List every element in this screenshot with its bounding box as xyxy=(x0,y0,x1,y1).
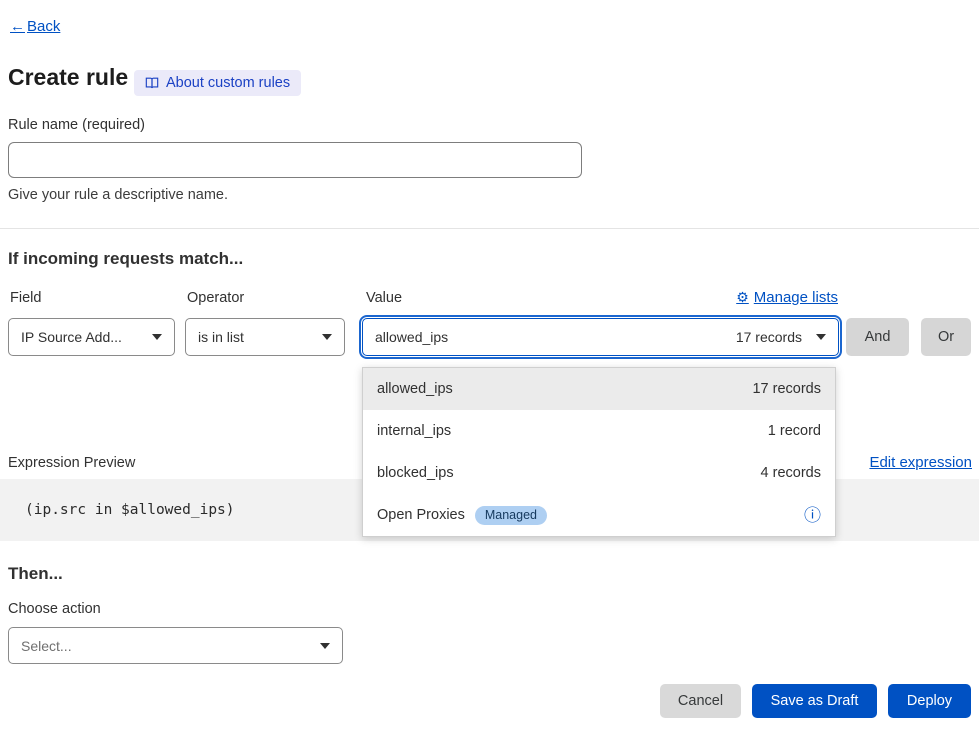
chevron-down-icon xyxy=(320,643,330,649)
expression-code: (ip.src in $allowed_ips) xyxy=(25,502,235,518)
rule-name-label: Rule name (required) xyxy=(8,117,145,133)
list-item-meta: 17 records xyxy=(752,381,821,397)
info-icon[interactable]: ⓘ xyxy=(804,507,821,524)
back-link[interactable]: ←Back xyxy=(10,18,60,35)
chevron-down-icon xyxy=(816,334,826,340)
cancel-button[interactable]: Cancel xyxy=(660,684,741,718)
match-heading: If incoming requests match... xyxy=(8,249,243,269)
value-select-value: allowed_ips xyxy=(375,329,448,345)
chevron-down-icon xyxy=(152,334,162,340)
deploy-button[interactable]: Deploy xyxy=(888,684,971,718)
save-draft-button[interactable]: Save as Draft xyxy=(752,684,877,718)
action-select-placeholder: Select... xyxy=(21,638,72,654)
back-label: Back xyxy=(27,18,60,35)
field-select-value: IP Source Add... xyxy=(21,329,122,345)
chevron-down-icon xyxy=(322,334,332,340)
value-select[interactable]: allowed_ips 17 records xyxy=(362,318,839,356)
chip-label: About custom rules xyxy=(166,75,290,91)
then-heading: Then... xyxy=(8,564,63,584)
or-button[interactable]: Or xyxy=(921,318,971,356)
gear-icon: ⚙ xyxy=(736,289,749,306)
create-rule-page: ←Back Create rule About custom rules Rul… xyxy=(0,0,979,739)
field-select[interactable]: IP Source Add... xyxy=(8,318,175,356)
operator-label: Operator xyxy=(187,290,244,306)
value-label: Value xyxy=(366,290,402,306)
list-item-meta: 1 record xyxy=(768,423,821,439)
list-item-name: Open Proxies xyxy=(377,507,465,523)
rule-name-help: Give your rule a descriptive name. xyxy=(8,187,228,203)
operator-select-value: is in list xyxy=(198,329,244,345)
rule-name-input[interactable] xyxy=(8,142,582,178)
list-item-name: internal_ips xyxy=(377,423,451,439)
page-title: Create rule xyxy=(8,64,128,91)
list-item-allowed-ips[interactable]: allowed_ips 17 records xyxy=(363,368,835,410)
list-item-open-proxies[interactable]: Open Proxies Managed ⓘ xyxy=(363,494,835,536)
and-button[interactable]: And xyxy=(846,318,909,356)
list-item-name: allowed_ips xyxy=(377,381,453,397)
lists-dropdown: allowed_ips 17 records internal_ips 1 re… xyxy=(362,367,836,537)
book-icon xyxy=(145,76,159,90)
list-item-meta: 4 records xyxy=(761,465,821,481)
value-select-meta: 17 records xyxy=(736,329,806,345)
manage-lists-link[interactable]: ⚙ Manage lists xyxy=(736,289,838,306)
managed-badge: Managed xyxy=(475,506,547,525)
list-item-internal-ips[interactable]: internal_ips 1 record xyxy=(363,410,835,452)
field-label: Field xyxy=(10,290,41,306)
expression-preview-label: Expression Preview xyxy=(8,455,135,471)
back-arrow-icon: ← xyxy=(10,18,25,35)
list-item-blocked-ips[interactable]: blocked_ips 4 records xyxy=(363,452,835,494)
section-divider xyxy=(0,228,979,229)
operator-select[interactable]: is in list xyxy=(185,318,345,356)
manage-lists-label: Manage lists xyxy=(754,289,838,306)
choose-action-label: Choose action xyxy=(8,601,101,617)
list-item-name: blocked_ips xyxy=(377,465,454,481)
action-select[interactable]: Select... xyxy=(8,627,343,664)
edit-expression-link[interactable]: Edit expression xyxy=(869,454,972,471)
about-custom-rules-chip[interactable]: About custom rules xyxy=(134,70,301,96)
